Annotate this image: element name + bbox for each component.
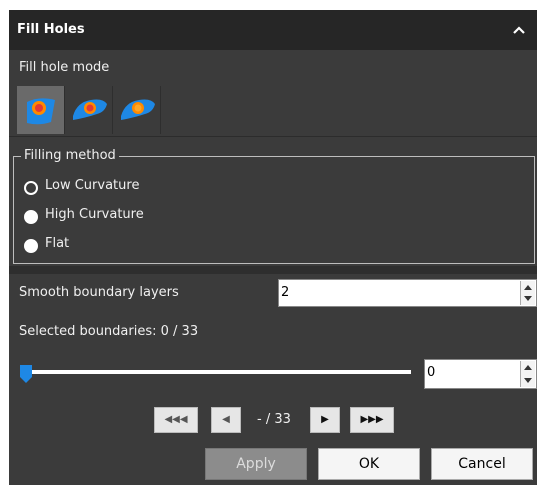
selected-boundaries-text: Selected boundaries: 0 / 33 — [19, 324, 199, 339]
divider — [9, 266, 537, 274]
last-boundary-button[interactable]: ▶▶▶ — [350, 407, 394, 433]
boundary-index-spinbox[interactable]: 0 — [424, 359, 537, 389]
divider — [9, 136, 537, 137]
radio-label: Low Curvature — [45, 178, 140, 193]
next-boundary-button[interactable]: ▶ — [310, 407, 340, 433]
previous-boundary-button[interactable]: ◀ — [211, 407, 241, 433]
fill-hole-mode-3-icon — [121, 99, 155, 120]
smooth-boundary-layers-spinbox[interactable]: 2 — [278, 279, 537, 307]
fill-hole-mode-2-icon — [73, 99, 107, 120]
ok-button[interactable]: OK — [318, 448, 420, 480]
fill-hole-mode-label: Fill hole mode — [19, 60, 110, 75]
fill-hole-mode-2-button[interactable] — [65, 86, 113, 134]
smooth-boundary-layers-label: Smooth boundary layers — [19, 285, 179, 300]
panel-header[interactable]: Fill Holes — [9, 10, 537, 50]
arrow-up-icon[interactable] — [524, 285, 532, 290]
radio-icon — [24, 181, 38, 195]
first-boundary-button[interactable]: ◀◀◀ — [154, 407, 198, 433]
next-icon: ▶ — [321, 414, 329, 425]
page-indicator: - / 33 — [257, 412, 291, 427]
fill-holes-panel: Fill Holes Fill hole mode Filling method… — [9, 10, 537, 485]
fast-forward-icon: ▶▶▶ — [360, 414, 384, 425]
apply-button[interactable]: Apply — [205, 448, 307, 480]
boundary-slider-track[interactable] — [25, 370, 411, 374]
panel-title: Fill Holes — [17, 22, 85, 37]
filling-method-label: Filling method — [21, 148, 119, 163]
rewind-icon: ◀◀◀ — [164, 414, 188, 425]
filling-method-group: Filling method Low Curvature High Curvat… — [13, 148, 535, 264]
spinbox-value: 0 — [427, 365, 436, 380]
fill-hole-mode-1-button[interactable] — [17, 86, 65, 134]
spinbox-arrows[interactable] — [520, 281, 535, 305]
prev-icon: ◀ — [222, 414, 230, 425]
slider-thumb[interactable] — [20, 365, 32, 383]
radio-icon — [24, 239, 38, 253]
arrow-down-icon[interactable] — [524, 296, 532, 301]
fill-hole-mode-3-button[interactable] — [113, 86, 161, 134]
radio-icon — [24, 210, 38, 224]
spinbox-arrows[interactable] — [520, 361, 535, 387]
spinbox-value: 2 — [281, 285, 290, 300]
arrow-up-icon[interactable] — [524, 365, 532, 370]
arrow-down-icon[interactable] — [524, 378, 532, 383]
radio-label: High Curvature — [45, 207, 144, 222]
radio-label: Flat — [45, 236, 70, 251]
cancel-button[interactable]: Cancel — [431, 448, 533, 480]
chevron-up-icon[interactable] — [511, 22, 527, 38]
fill-hole-mode-1-icon — [27, 98, 55, 125]
